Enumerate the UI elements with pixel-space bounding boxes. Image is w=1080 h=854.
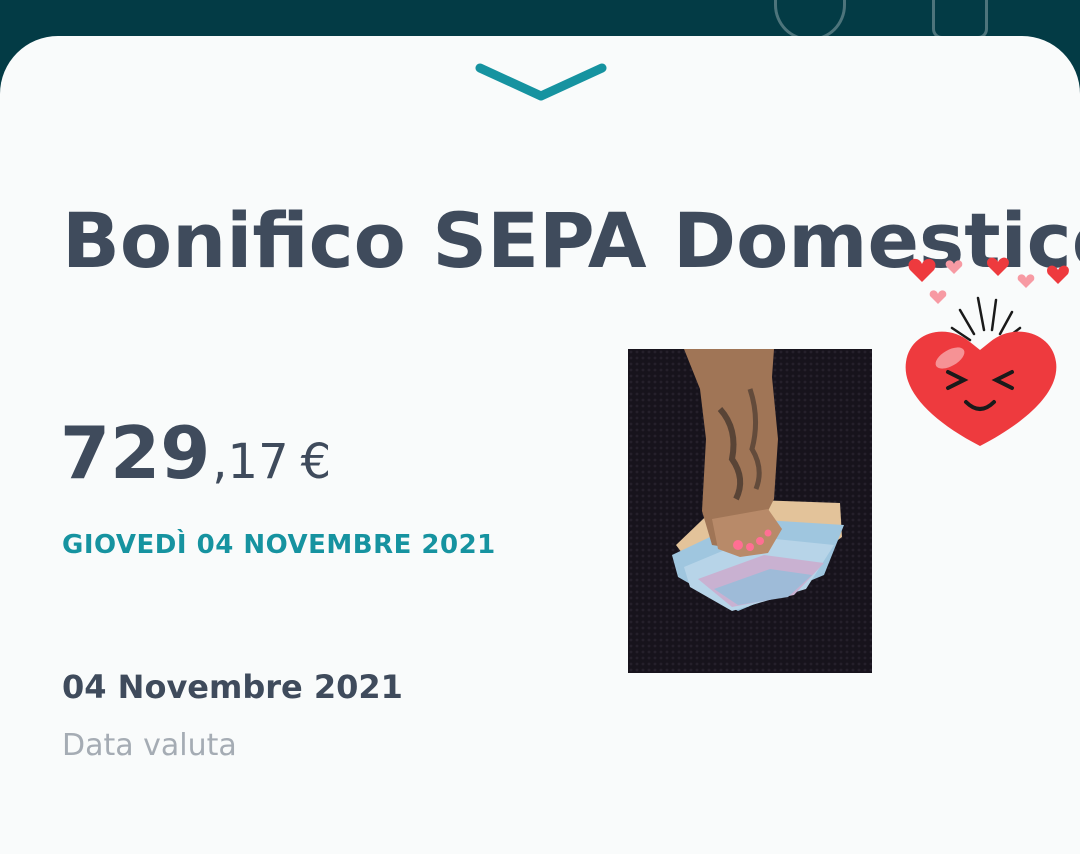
heart-face-sticker <box>900 250 1078 450</box>
phone-icon[interactable] <box>774 0 846 41</box>
foot-on-banknotes-photo <box>628 349 872 673</box>
transaction-date: GIOVEDÌ 04 NOVEMBRE 2021 <box>62 530 496 560</box>
value-date-label: Data valuta <box>62 728 237 763</box>
chevron-down-icon[interactable] <box>474 60 608 104</box>
top-icons <box>774 0 988 41</box>
value-date: 04 Novembre 2021 <box>62 668 403 706</box>
amount-integer: 729 <box>60 411 211 495</box>
amount-decimal: ,17 <box>212 434 289 490</box>
transaction-amount: 729,17 € <box>60 411 331 495</box>
bell-icon[interactable] <box>932 0 988 39</box>
amount-currency: € <box>300 434 332 490</box>
